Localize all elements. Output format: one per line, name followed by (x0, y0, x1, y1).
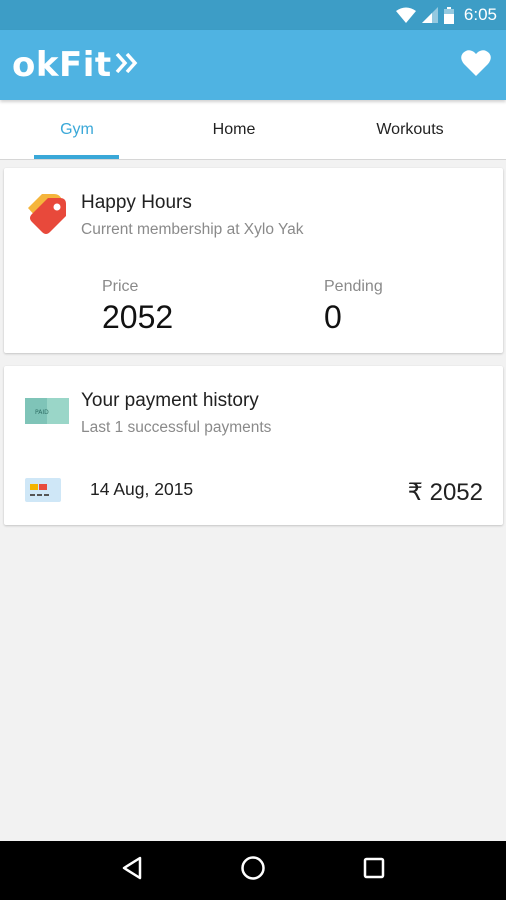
payments-header: PAID Your payment history Last 1 success… (24, 388, 271, 437)
app-logo: okFit (12, 45, 140, 85)
home-button[interactable] (233, 851, 273, 891)
membership-card[interactable]: Happy Hours Current membership at Xylo Y… (4, 168, 503, 353)
heart-icon (461, 49, 491, 81)
home-icon (240, 855, 266, 886)
price-stat: Price 2052 (102, 278, 173, 336)
back-icon (121, 856, 143, 885)
payment-history-card[interactable]: PAID Your payment history Last 1 success… (4, 366, 503, 525)
svg-text:PAID: PAID (35, 409, 49, 416)
recents-icon (363, 857, 385, 884)
signal-icon (421, 7, 438, 23)
membership-header: Happy Hours Current membership at Xylo Y… (24, 190, 304, 239)
credit-card-icon (24, 476, 62, 509)
paid-receipt-icon: PAID (24, 388, 70, 434)
status-bar: 6:05 (0, 0, 506, 30)
back-button[interactable] (112, 851, 152, 891)
payment-row[interactable]: 14 Aug, 2015 ₹ 2052 (24, 474, 483, 510)
tab-gym[interactable]: Gym (0, 100, 154, 159)
pending-stat: Pending 0 (324, 278, 383, 336)
payments-subtitle: Last 1 successful payments (81, 419, 272, 436)
pending-label: Pending (324, 278, 383, 295)
price-label: Price (102, 278, 139, 295)
status-time: 6:05 (463, 5, 497, 24)
tab-bar: Gym Home Workouts (0, 100, 506, 160)
recents-button[interactable] (354, 851, 394, 891)
tab-home[interactable]: Home (154, 100, 314, 159)
chevron-right-icon (114, 45, 140, 85)
tab-workouts[interactable]: Workouts (314, 100, 506, 159)
price-value: 2052 (102, 299, 174, 335)
payment-date: 14 Aug, 2015 (90, 478, 194, 499)
payments-title: Your payment history (81, 390, 259, 411)
payment-amount: ₹ 2052 (407, 478, 483, 506)
membership-subtitle: Current membership at Xylo Yak (81, 221, 304, 238)
system-nav-bar (0, 841, 506, 900)
logo-text: okFit (12, 45, 112, 85)
membership-title: Happy Hours (81, 192, 192, 213)
battery-icon (443, 6, 454, 24)
favorites-button[interactable] (458, 47, 494, 83)
price-tag-icon (24, 190, 70, 236)
wifi-icon (395, 7, 416, 23)
pending-value: 0 (324, 299, 342, 335)
app-bar: okFit (0, 30, 506, 100)
